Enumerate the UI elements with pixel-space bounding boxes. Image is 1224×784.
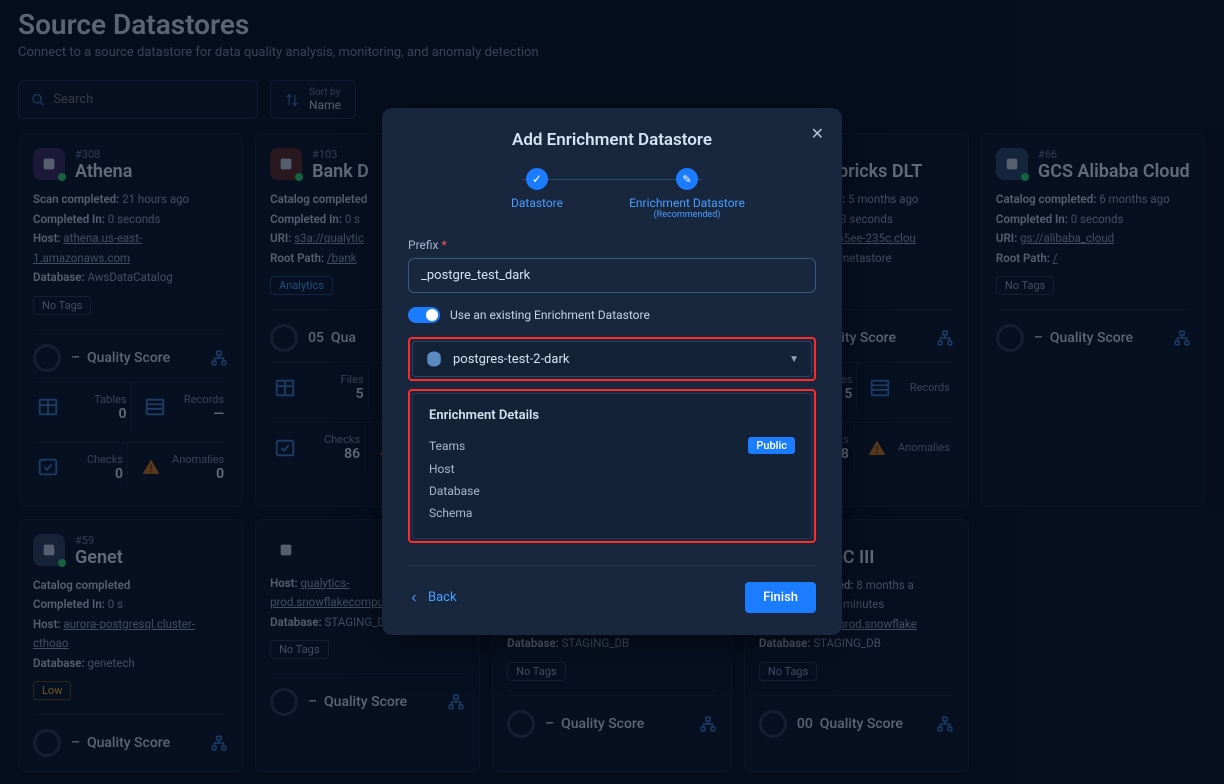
chevron-left-icon bbox=[408, 592, 420, 604]
datastore-select-highlight: postgres-test-2-dark ▼ bbox=[408, 337, 816, 381]
edit-icon: ✎ bbox=[676, 168, 698, 190]
detail-teams: Teams Public bbox=[429, 433, 795, 458]
select-value: postgres-test-2-dark bbox=[453, 352, 779, 367]
modal-title: Add Enrichment Datastore bbox=[408, 130, 816, 150]
postgres-icon bbox=[425, 350, 443, 368]
finish-button[interactable]: Finish bbox=[745, 582, 816, 613]
details-title: Enrichment Details bbox=[429, 408, 795, 423]
chevron-down-icon: ▼ bbox=[789, 354, 799, 365]
prefix-input[interactable] bbox=[408, 258, 816, 293]
prefix-label: Prefix * bbox=[408, 238, 816, 252]
enrichment-details-panel: Enrichment Details Teams Public Host Dat… bbox=[412, 393, 812, 539]
step-datastore[interactable]: ✓ Datastore bbox=[462, 168, 612, 210]
public-badge: Public bbox=[748, 437, 795, 454]
add-enrichment-modal: ✕ Add Enrichment Datastore ✓ Datastore ✎… bbox=[382, 108, 842, 635]
close-icon[interactable]: ✕ bbox=[811, 124, 824, 143]
use-existing-label: Use an existing Enrichment Datastore bbox=[450, 308, 650, 322]
step-enrichment[interactable]: ✎ Enrichment Datastore (Recommended) bbox=[612, 168, 762, 220]
enrichment-details-highlight: Enrichment Details Teams Public Host Dat… bbox=[408, 389, 816, 543]
use-existing-toggle[interactable] bbox=[408, 307, 440, 323]
detail-host: Host bbox=[429, 458, 795, 480]
detail-schema: Schema bbox=[429, 502, 795, 524]
detail-database: Database bbox=[429, 480, 795, 502]
back-button[interactable]: Back bbox=[408, 590, 457, 605]
datastore-select[interactable]: postgres-test-2-dark ▼ bbox=[412, 341, 812, 377]
check-icon: ✓ bbox=[526, 168, 548, 190]
